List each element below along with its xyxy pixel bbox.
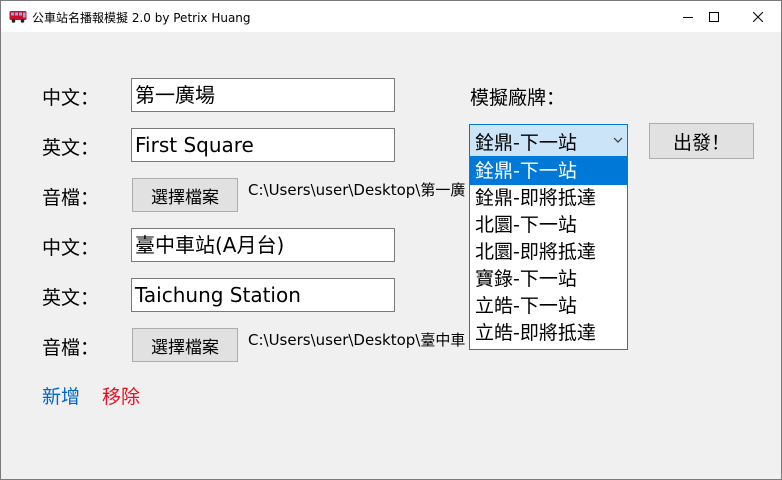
station2-en-label: 英文：: [42, 287, 100, 309]
station2-audio-label: 音檔：: [42, 337, 100, 359]
chevron-down-icon: [613, 137, 623, 143]
bus-icon: [9, 11, 27, 23]
vendor-option[interactable]: 北圜-下一站: [470, 212, 627, 239]
vendor-option[interactable]: 立皓-下一站: [470, 293, 627, 320]
title-bar: 公車站名播報模擬 2.0 by Petrix Huang: [1, 1, 781, 32]
station2-audio-path: C:\Users\user\Desktop\臺中車: [248, 331, 466, 349]
station2-zh-input[interactable]: 臺中車站(A月台): [131, 228, 395, 262]
vendor-dropdown-list: 銓鼎-下一站 銓鼎-即將抵達 北圜-下一站 北圜-即將抵達 寶錄-下一站 立皓-…: [469, 157, 628, 350]
close-icon: [753, 11, 763, 22]
close-button[interactable]: [735, 1, 781, 32]
main-window: 公車站名播報模擬 2.0 by Petrix Huang 中文： 第一廣場 英文…: [0, 0, 782, 480]
remove-link[interactable]: 移除: [102, 382, 140, 409]
vendor-option[interactable]: 寶錄-下一站: [470, 266, 627, 293]
station1-en-label: 英文：: [42, 137, 100, 159]
station2-zh-label: 中文：: [42, 237, 100, 259]
vendor-option[interactable]: 北圜-即將抵達: [470, 239, 627, 266]
go-button[interactable]: 出發！: [649, 123, 754, 159]
station1-en-input[interactable]: First Square: [131, 128, 395, 162]
station1-zh-label: 中文：: [42, 87, 100, 109]
station1-choose-file-button[interactable]: 選擇檔案: [132, 178, 238, 212]
vendor-option[interactable]: 銓鼎-下一站: [470, 158, 627, 185]
vendor-option[interactable]: 立皓-即將抵達: [470, 320, 627, 347]
maximize-button[interactable]: [691, 1, 737, 32]
vendor-select-value: 銓鼎-下一站: [475, 132, 577, 154]
vendor-option[interactable]: 銓鼎-即將抵達: [470, 185, 627, 212]
station1-audio-label: 音檔：: [42, 187, 100, 209]
station1-zh-input[interactable]: 第一廣場: [131, 78, 395, 112]
station2-choose-file-button[interactable]: 選擇檔案: [132, 328, 238, 362]
maximize-icon: [709, 11, 719, 22]
vendor-select[interactable]: 銓鼎-下一站: [469, 124, 628, 157]
station1-audio-path: C:\Users\user\Desktop\第一廣: [248, 181, 466, 199]
add-link[interactable]: 新增: [42, 382, 80, 409]
window-title: 公車站名播報模擬 2.0 by Petrix Huang: [32, 11, 251, 25]
vendor-label: 模擬廠牌：: [470, 87, 566, 109]
station2-en-input[interactable]: Taichung Station: [131, 278, 395, 312]
